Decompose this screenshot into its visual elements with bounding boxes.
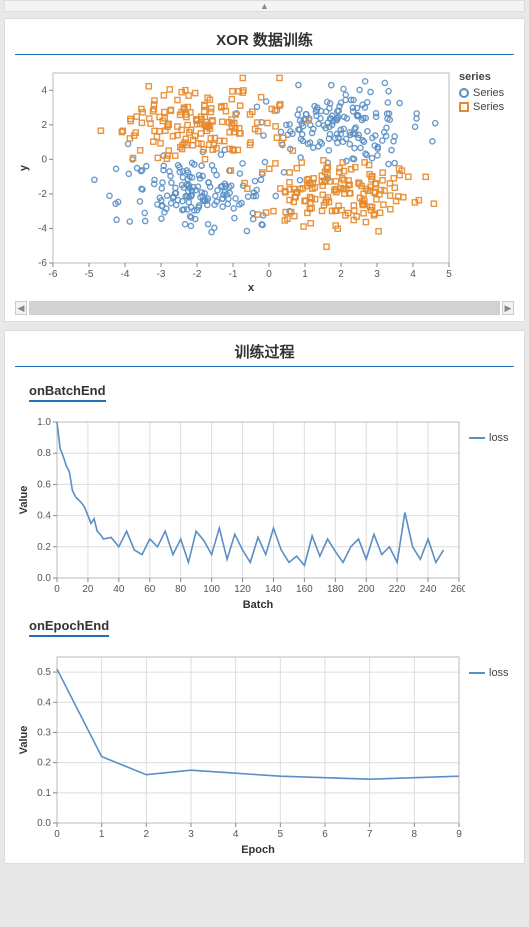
- svg-text:160: 160: [296, 584, 313, 595]
- svg-text:5: 5: [278, 829, 284, 840]
- svg-text:0.4: 0.4: [37, 511, 51, 522]
- svg-text:180: 180: [327, 584, 344, 595]
- svg-text:Value: Value: [18, 726, 30, 755]
- circle-icon: [459, 88, 469, 98]
- svg-text:8: 8: [412, 829, 418, 840]
- svg-text:140: 140: [265, 584, 282, 595]
- svg-text:3: 3: [188, 829, 194, 840]
- svg-text:-5: -5: [85, 269, 94, 280]
- svg-text:0.5: 0.5: [37, 667, 51, 678]
- svg-text:3: 3: [374, 269, 380, 280]
- line-legend: loss: [469, 647, 509, 857]
- batch-loss-chart: 0 20 40 60 80 100 120 140 160 180 200 220 240 260 0.0 0…: [15, 412, 465, 612]
- svg-text:1.0: 1.0: [37, 417, 51, 428]
- svg-text:2: 2: [41, 120, 47, 131]
- panel-title: 训练过程: [15, 341, 514, 367]
- svg-text:Batch: Batch: [243, 599, 274, 611]
- svg-text:-4: -4: [38, 223, 47, 234]
- svg-text:0: 0: [54, 829, 60, 840]
- svg-text:0.0: 0.0: [37, 818, 51, 829]
- svg-text:6: 6: [322, 829, 328, 840]
- svg-text:-3: -3: [157, 269, 166, 280]
- svg-text:4: 4: [41, 85, 47, 96]
- collapse-up-bar[interactable]: ▲: [4, 0, 525, 12]
- svg-text:0.6: 0.6: [37, 479, 51, 490]
- scroll-right-arrow[interactable]: ▶: [502, 301, 514, 315]
- svg-text:0.2: 0.2: [37, 542, 51, 553]
- svg-text:Value: Value: [18, 486, 30, 515]
- svg-text:0: 0: [266, 269, 272, 280]
- epoch-loss-chart: 0 1 2 3 4 5 6 7 8 9 0.0 0.1 0.2 0.3 0.4 0.5 Epoch Value: [15, 647, 465, 857]
- legend-label: loss: [489, 432, 509, 444]
- svg-text:-2: -2: [38, 189, 47, 200]
- legend-item: Series: [459, 101, 504, 113]
- svg-text:5: 5: [446, 269, 452, 280]
- svg-text:-2: -2: [193, 269, 202, 280]
- legend-item: loss: [469, 667, 509, 679]
- line-legend: loss: [469, 412, 509, 612]
- svg-text:Epoch: Epoch: [241, 844, 275, 856]
- svg-text:20: 20: [82, 584, 94, 595]
- chevron-right-icon: ▶: [505, 303, 512, 314]
- svg-text:220: 220: [389, 584, 406, 595]
- subchart-title: onBatchEnd: [29, 383, 106, 402]
- svg-text:0.4: 0.4: [37, 697, 51, 708]
- horizontal-scrollbar[interactable]: ◀ ▶: [15, 301, 514, 315]
- legend-item: Series: [459, 87, 504, 99]
- svg-text:-1: -1: [229, 269, 238, 280]
- panel-training-progress: 训练过程 onBatchEnd 020406080100120140160180…: [4, 330, 525, 864]
- square-icon: [459, 102, 469, 112]
- svg-text:1: 1: [302, 269, 308, 280]
- svg-text:-6: -6: [38, 258, 47, 269]
- svg-text:0.8: 0.8: [37, 448, 51, 459]
- legend-label: loss: [489, 667, 509, 679]
- svg-text:2: 2: [338, 269, 344, 280]
- legend-label: Series: [473, 101, 504, 113]
- svg-text:7: 7: [367, 829, 373, 840]
- svg-text:1: 1: [99, 829, 105, 840]
- line-icon: [469, 672, 485, 674]
- line-icon: [469, 437, 485, 439]
- svg-text:40: 40: [113, 584, 125, 595]
- chevron-up-icon: ▲: [260, 1, 269, 11]
- svg-text:0.3: 0.3: [37, 727, 51, 738]
- svg-text:80: 80: [175, 584, 187, 595]
- svg-text:y: y: [18, 164, 30, 171]
- panel-title: XOR 数据训练: [15, 29, 514, 55]
- svg-text:260: 260: [451, 584, 465, 595]
- svg-text:0.0: 0.0: [37, 573, 51, 584]
- svg-text:0: 0: [41, 154, 47, 165]
- scroll-left-arrow[interactable]: ◀: [15, 301, 27, 315]
- subchart-title: onEpochEnd: [29, 618, 109, 637]
- chevron-left-icon: ◀: [18, 303, 25, 314]
- svg-text:240: 240: [420, 584, 437, 595]
- svg-text:2: 2: [144, 829, 150, 840]
- svg-text:200: 200: [358, 584, 375, 595]
- svg-text:9: 9: [456, 829, 462, 840]
- svg-text:0: 0: [54, 584, 60, 595]
- scatter-legend: series Series Series: [459, 65, 504, 295]
- legend-label: Series: [473, 87, 504, 99]
- svg-text:4: 4: [410, 269, 416, 280]
- svg-text:x: x: [248, 282, 255, 294]
- legend-item: loss: [469, 432, 509, 444]
- svg-text:-6: -6: [49, 269, 58, 280]
- svg-text:100: 100: [203, 584, 220, 595]
- xor-scatter-chart: -6 -5 -4 -3 -2 -1 0 1 2 3 4 5 -6 -4 -2 0 2 4 x y: [15, 65, 455, 295]
- svg-text:60: 60: [144, 584, 156, 595]
- svg-text:120: 120: [234, 584, 251, 595]
- svg-text:0.2: 0.2: [37, 758, 51, 769]
- panel-xor-training: XOR 数据训练 -6 -5 -4 -3 -2 -1 0 1 2 3 4 5 -6 -4 -2 0 2 4 x y s…: [4, 18, 525, 322]
- svg-text:0.1: 0.1: [37, 788, 51, 799]
- scroll-track[interactable]: [29, 301, 500, 315]
- legend-title: series: [459, 71, 504, 83]
- svg-text:-4: -4: [121, 269, 130, 280]
- svg-text:4: 4: [233, 829, 239, 840]
